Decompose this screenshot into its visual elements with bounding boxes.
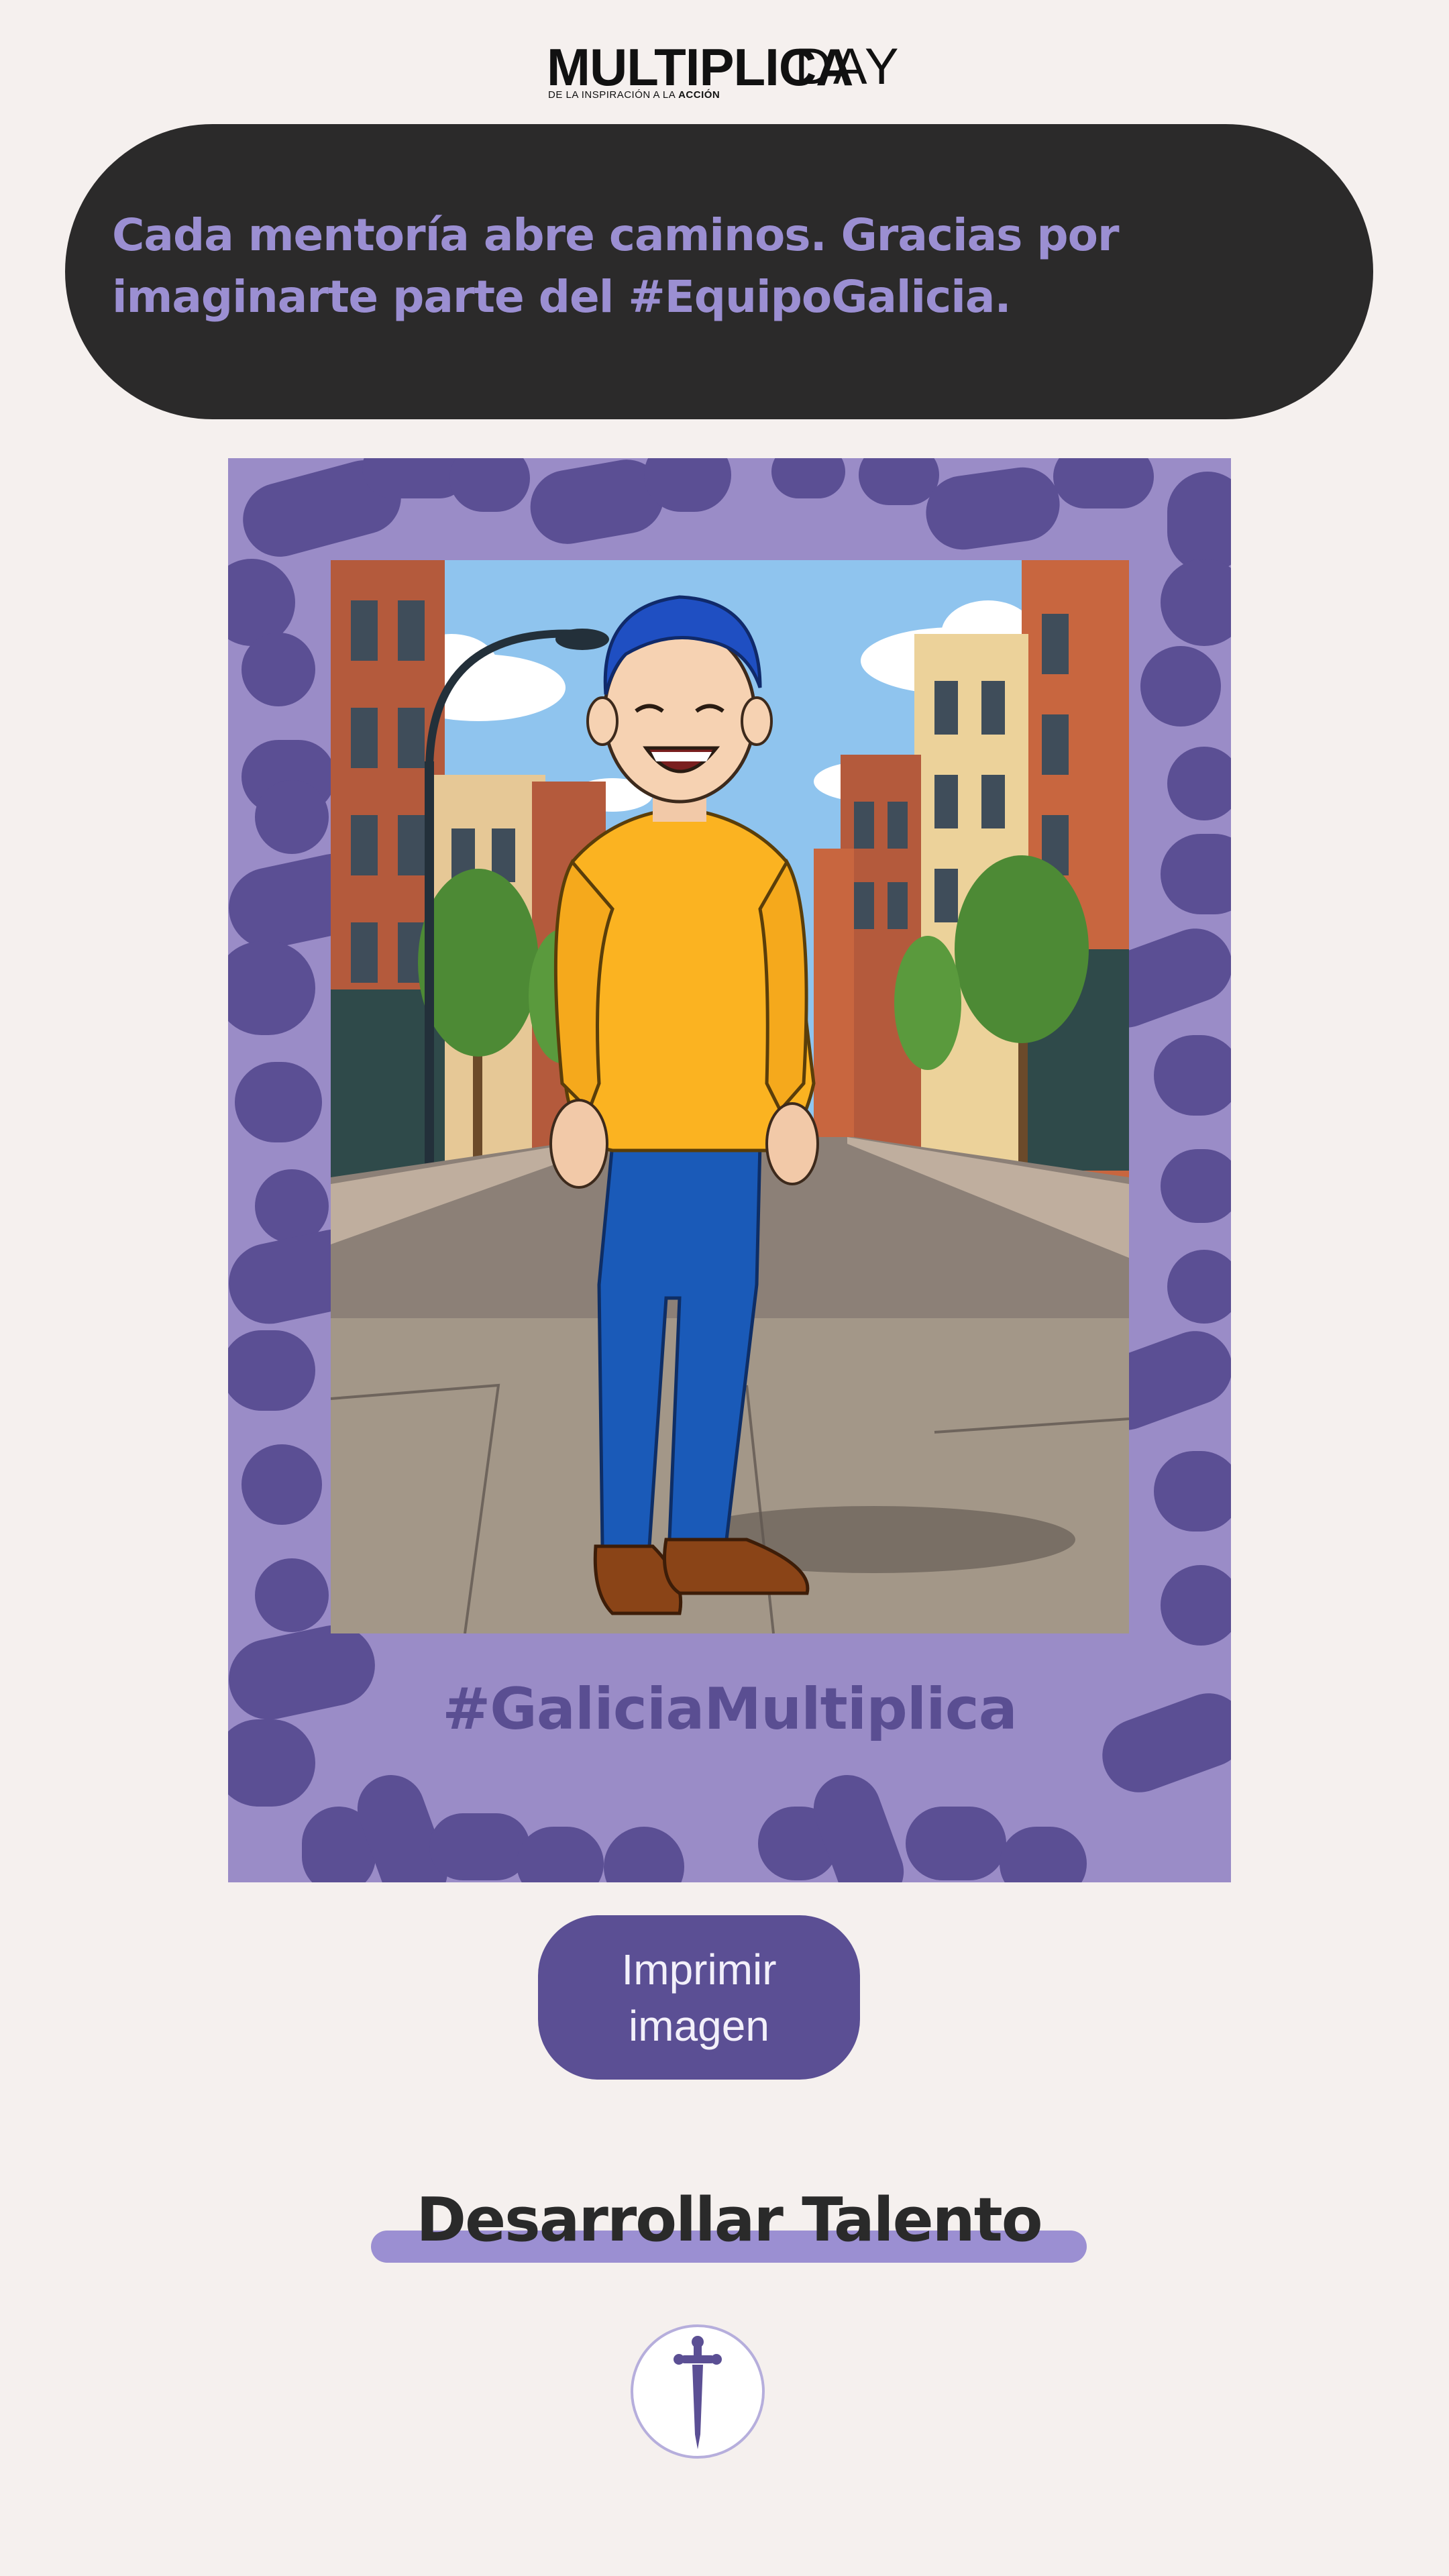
hashtag-caption: #GaliciaMultiplica [442,1676,1018,1743]
cartoon-portrait-illustration [331,560,1129,1633]
logo-tagline: DE LA INSPIRACIÓN A LA ACCIÓN [548,89,720,101]
frame-blob [921,462,1065,555]
banner-message: Cada mentoría abre caminos. Gracias por … [112,209,1120,323]
frame-blob [1000,1827,1087,1882]
section-title: Desarrollar Talento [416,2185,1042,2255]
frame-blob [1161,834,1231,914]
logo-day: DAY [795,38,900,95]
frame-blob [517,1827,604,1882]
frame-blob [1161,1149,1231,1223]
frame-blob [429,1813,530,1880]
print-image-button[interactable]: Imprimir imagen [538,1915,860,2080]
frame-blob [1053,458,1154,508]
frame-blob [241,633,315,706]
frame-blob [1161,559,1231,646]
print-button-label: Imprimir imagen [621,1945,777,2050]
logo-tagline-prefix: DE LA INSPIRACIÓN A LA [548,89,679,101]
frame-blob [906,1807,1006,1880]
multiplica-day-logo: MULTIPLICA DAY DE LA INSPIRACIÓN A LA AC… [547,37,899,107]
frame-blob [228,941,315,1035]
frame-blob [1154,1451,1231,1532]
frame-blob [859,458,939,505]
frame-blob [241,1444,322,1525]
message-banner: Cada mentoría abre caminos. Gracias por … [65,124,1373,419]
frame-blob [1167,1250,1231,1324]
cartoon-portrait-image [331,560,1129,1633]
frame-blob [771,458,845,498]
frame-blob [1154,1035,1231,1116]
section-heading: Desarrollar Talento [371,2174,1089,2274]
frame-blob [255,1558,329,1632]
image-frame-card: #GaliciaMultiplica [228,458,1231,1882]
frame-blob [1167,747,1231,820]
frame-blob [604,1827,684,1882]
frame-blob [255,780,329,854]
frame-blob [449,458,530,512]
frame-blob [1167,472,1231,572]
frame-blob [1140,646,1221,727]
frame-blob [228,1330,315,1411]
frame-blob [235,1062,322,1142]
logo-tagline-emphasis: ACCIÓN [678,89,720,101]
sword-emblem-icon [631,2324,765,2459]
frame-blob [1161,1565,1231,1646]
